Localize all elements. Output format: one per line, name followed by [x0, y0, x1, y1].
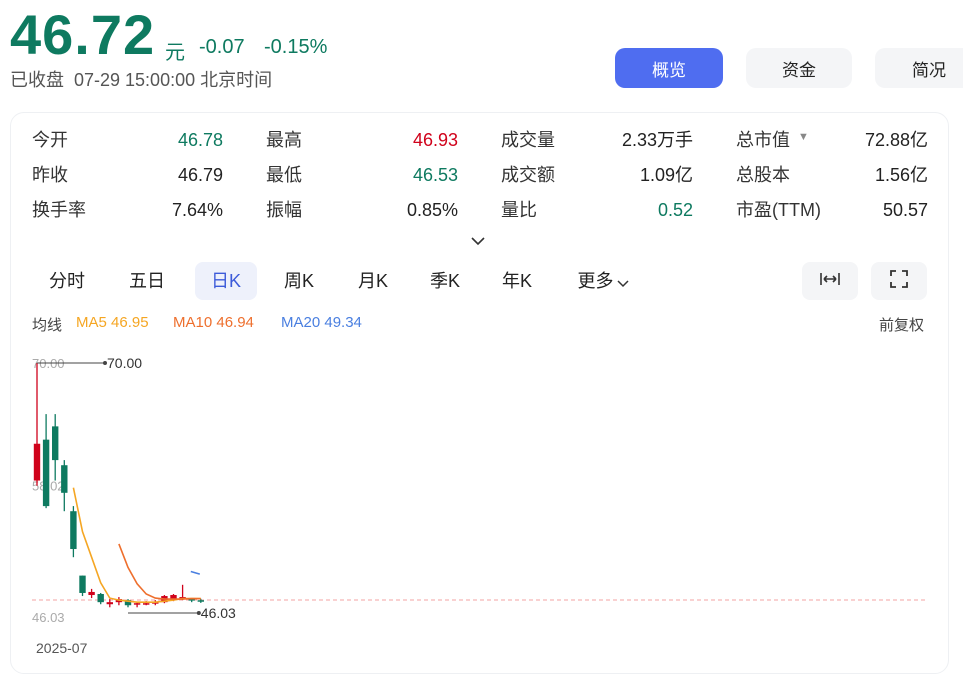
stat-value: 1.56亿 — [874, 165, 928, 185]
tab-intraday[interactable]: 分时 — [38, 262, 96, 300]
candle-body — [143, 603, 150, 605]
tab-funds-button[interactable]: 资金 — [746, 48, 852, 88]
ma10-line — [118, 543, 201, 600]
candle-body — [106, 602, 113, 605]
stat-label: 最低 — [266, 165, 302, 185]
tab-five-day-label: 五日 — [129, 271, 165, 291]
stat-label: 成交量 — [501, 130, 555, 150]
stat-value: 1.09亿 — [639, 165, 693, 185]
min-price-label: 46.03 — [201, 605, 236, 621]
tab-intraday-label: 分时 — [49, 271, 85, 291]
candle-body — [88, 591, 95, 596]
candle-body — [133, 603, 141, 605]
stat-value: 0.52 — [657, 200, 693, 220]
tab-quarterly-k-label: 季K — [429, 271, 460, 291]
stat-label: 成交额 — [501, 165, 555, 185]
stat-label: 振幅 — [266, 200, 302, 220]
stat-label: 昨收 — [32, 165, 68, 185]
price-change: -0.07 — [199, 36, 245, 58]
tab-daily-k-label: 日K — [210, 271, 241, 291]
tab-overview-label: 概览 — [652, 60, 686, 80]
adjust-mode-button[interactable]: 前复权 — [879, 314, 924, 335]
stat-label: 最高 — [266, 130, 302, 150]
chevron-down-icon — [616, 263, 629, 301]
candle-body — [97, 593, 104, 603]
stat-value: 0.85% — [406, 200, 458, 220]
candle-body — [33, 443, 41, 481]
stat-label: 市盈(TTM) — [736, 200, 821, 220]
candle-body — [42, 439, 50, 507]
candle-body — [79, 575, 86, 593]
tab-profile-label: 简况 — [912, 60, 946, 80]
fit-width-button[interactable] — [802, 262, 858, 300]
tab-more[interactable]: 更多 — [568, 262, 638, 300]
price-unit: 元 — [165, 42, 185, 64]
stat-value: 72.88亿 — [864, 130, 928, 150]
current-price: 46.72 — [10, 3, 156, 66]
tab-daily-k[interactable]: 日K — [195, 262, 257, 300]
tab-weekly-k[interactable]: 周K — [272, 262, 326, 300]
ma20-line — [190, 570, 201, 575]
stat-value: 46.79 — [177, 165, 223, 185]
stat-value: 46.78 — [177, 130, 223, 150]
max-price-label: 70.00 — [107, 355, 142, 371]
tab-quarterly-k[interactable]: 季K — [418, 262, 472, 300]
ma-legend-label: 均线 — [32, 317, 63, 334]
stat-value: 46.93 — [412, 130, 458, 150]
tab-weekly-k-label: 周K — [283, 271, 314, 291]
candle-body — [70, 511, 77, 550]
kline-chart[interactable]: 70.0058.0246.032025-0770.0046.03 — [0, 340, 963, 656]
fit-width-icon — [819, 271, 841, 292]
candle-body — [52, 426, 59, 461]
kline-chart-svg: 70.0058.0246.032025-0770.0046.03 — [32, 355, 928, 656]
market-status: 已收盘 07-29 15:00:00 北京时间 — [10, 70, 273, 90]
ma10-legend: MA10 46.94 — [173, 314, 254, 331]
tab-five-day[interactable]: 五日 — [118, 262, 176, 300]
tab-funds-label: 资金 — [782, 60, 816, 80]
ma5-line — [72, 487, 201, 603]
tab-overview-button[interactable]: 概览 — [615, 48, 723, 88]
ma20-legend: MA20 49.34 — [281, 314, 362, 331]
candle-body — [61, 465, 68, 493]
stat-label: 总股本 — [736, 165, 790, 185]
tab-monthly-k[interactable]: 月K — [346, 262, 400, 300]
ma5-legend: MA5 46.95 — [76, 314, 149, 331]
fullscreen-button[interactable] — [871, 262, 927, 300]
tab-profile-button[interactable]: 简况 — [875, 48, 963, 88]
tab-more-label: 更多 — [577, 271, 614, 291]
stat-label: 今开 — [32, 130, 68, 150]
caret-down-icon: ▼ — [798, 131, 809, 143]
tab-monthly-k-label: 月K — [357, 271, 388, 291]
expand-chevron-icon[interactable] — [470, 233, 486, 249]
y-tick-label: 46.03 — [32, 610, 65, 625]
stat-value: 7.64% — [171, 200, 223, 220]
tab-yearly-k-label: 年K — [501, 271, 532, 291]
x-tick-label: 2025-07 — [36, 640, 88, 656]
tab-yearly-k[interactable]: 年K — [490, 262, 544, 300]
stat-label: 量比 — [501, 200, 537, 220]
stat-label: 换手率 — [32, 200, 86, 220]
fullscreen-icon — [889, 269, 909, 294]
stat-label[interactable]: 总市值 — [736, 129, 790, 151]
price-change-percent: -0.15% — [264, 36, 328, 58]
stat-value: 46.53 — [412, 165, 458, 185]
candle-body — [197, 600, 204, 602]
stat-value: 50.57 — [882, 200, 928, 220]
stat-value: 2.33万手 — [621, 130, 693, 150]
